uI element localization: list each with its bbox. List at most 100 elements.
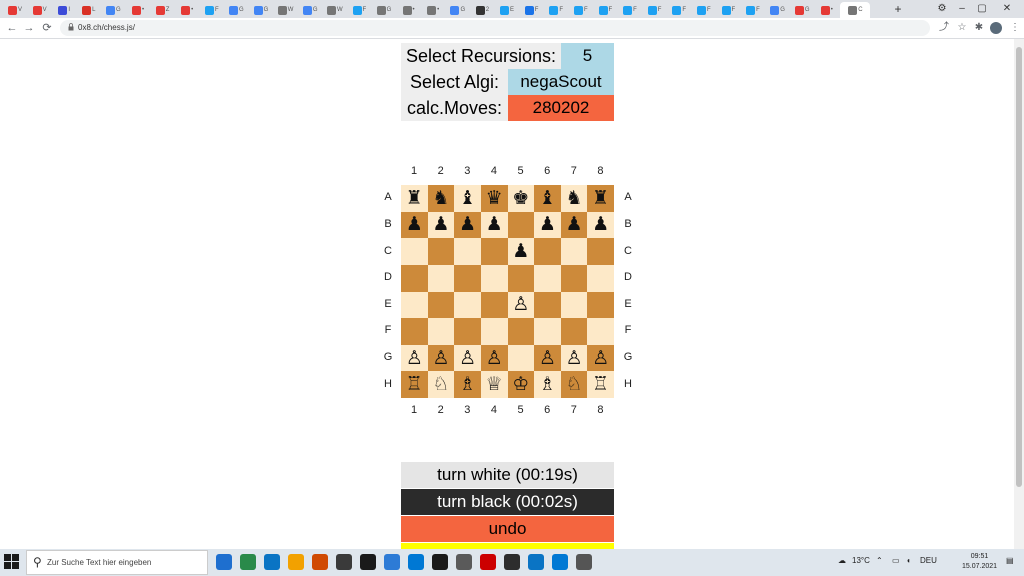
turn-white-button[interactable]: turn white (00:19s): [401, 462, 614, 488]
profile-avatar[interactable]: [990, 22, 1002, 34]
board-square-G4[interactable]: ♙: [480, 344, 508, 372]
board-square-E2[interactable]: [427, 291, 455, 319]
board-square-E6[interactable]: [534, 291, 561, 319]
board-square-H1[interactable]: ♖: [401, 371, 428, 398]
chess-piece-icon[interactable]: ♗: [459, 375, 476, 394]
board-square-G5[interactable]: [507, 344, 535, 372]
board-square-C1[interactable]: [401, 238, 428, 265]
board-square-F4[interactable]: [480, 318, 508, 345]
board-square-A2[interactable]: ♞: [427, 185, 455, 212]
chess-piece-icon[interactable]: ♟: [406, 215, 423, 234]
chess-board[interactable]: ♜ ♞ ♝ ♛ ♚ ♝ ♞ ♜ ♟ ♟ ♟ ♟ ♟ ♟ ♟ ♟ ♙ ♙ ♙ ♙ ♙ ♙ ♙ ♙ ♖ ♘ ♗ ♕ ♔ ♗ ♘ ♖: [401, 185, 614, 398]
board-square-E8[interactable]: [587, 291, 614, 319]
board-square-E7[interactable]: [560, 291, 588, 319]
board-square-G2[interactable]: ♙: [427, 344, 455, 372]
browser-tab[interactable]: W: [324, 2, 346, 18]
browser-tab[interactable]: V: [29, 2, 51, 18]
browser-tab[interactable]: F: [693, 2, 715, 18]
board-square-H7[interactable]: ♘: [560, 371, 588, 398]
algorithm-select[interactable]: negaScout: [508, 69, 614, 95]
chess-piece-icon[interactable]: ♙: [592, 348, 609, 368]
browser-tab[interactable]: V: [4, 2, 26, 18]
board-square-D6[interactable]: [534, 264, 561, 292]
browser-tab[interactable]: F: [570, 2, 592, 18]
board-square-H3[interactable]: ♗: [454, 371, 481, 398]
board-square-E3[interactable]: [454, 291, 481, 319]
board-square-B5[interactable]: [507, 211, 535, 239]
chess-piece-icon[interactable]: ♙: [432, 348, 449, 368]
browser-tab[interactable]: G: [225, 2, 247, 18]
minimize-button[interactable]: –: [955, 2, 969, 16]
browser-tab[interactable]: G: [791, 2, 813, 18]
notifications-icon[interactable]: ▤: [1006, 556, 1014, 565]
maximize-button[interactable]: ▢: [975, 2, 989, 16]
board-square-A6[interactable]: ♝: [534, 185, 561, 212]
browser-tab[interactable]: L: [78, 2, 100, 18]
board-square-D2[interactable]: [427, 264, 455, 292]
taskbar-app-icon[interactable]: [456, 554, 472, 570]
chess-piece-icon[interactable]: ♙: [486, 348, 503, 368]
browser-tab[interactable]: G: [250, 2, 272, 18]
chess-piece-icon[interactable]: ♟: [459, 215, 476, 234]
board-square-A1[interactable]: ♜: [401, 185, 428, 212]
taskbar-app-icon[interactable]: [264, 554, 280, 570]
taskbar-app-icon[interactable]: [216, 554, 232, 570]
taskbar-app-icon[interactable]: [336, 554, 352, 570]
board-square-F6[interactable]: [534, 318, 561, 345]
board-square-B2[interactable]: ♟: [427, 211, 455, 239]
browser-tab[interactable]: •: [816, 2, 838, 18]
taskbar-app-icon[interactable]: [504, 554, 520, 570]
undo-button[interactable]: undo: [401, 516, 614, 542]
weather-icon[interactable]: ☁: [838, 556, 846, 565]
board-square-H5[interactable]: ♔: [507, 371, 535, 398]
browser-tab[interactable]: F: [545, 2, 567, 18]
browser-tab[interactable]: •: [176, 2, 198, 18]
board-square-B6[interactable]: ♟: [534, 211, 561, 239]
browser-tab[interactable]: •: [422, 2, 444, 18]
reload-icon[interactable]: ⟳: [40, 21, 54, 35]
chess-piece-icon[interactable]: ♙: [406, 348, 423, 368]
address-bar[interactable]: 0x8.ch/chess.js/: [60, 20, 930, 36]
browser-tab[interactable]: G: [299, 2, 321, 18]
chess-piece-icon[interactable]: ♖: [406, 375, 423, 394]
board-square-A8[interactable]: ♜: [587, 185, 614, 212]
board-square-G3[interactable]: ♙: [454, 344, 481, 372]
board-square-H6[interactable]: ♗: [534, 371, 561, 398]
browser-tab[interactable]: C: [840, 2, 871, 18]
chess-piece-icon[interactable]: ♘: [566, 375, 583, 394]
chess-piece-icon[interactable]: ♕: [486, 375, 503, 394]
browser-tab[interactable]: F: [521, 2, 543, 18]
language-indicator[interactable]: DEU: [920, 556, 937, 565]
chess-piece-icon[interactable]: ♞: [566, 188, 583, 208]
extensions-icon[interactable]: ✱: [972, 21, 986, 35]
chess-piece-icon[interactable]: ♙: [459, 348, 476, 368]
taskbar-clock[interactable]: 09:51 15.07.2021: [962, 552, 997, 572]
board-square-D8[interactable]: [587, 264, 614, 292]
board-square-A5[interactable]: ♚: [507, 185, 535, 212]
taskbar-app-icon[interactable]: [288, 554, 304, 570]
chess-piece-icon[interactable]: ♚: [512, 188, 529, 208]
board-square-B8[interactable]: ♟: [587, 211, 614, 239]
browser-tab[interactable]: F: [668, 2, 690, 18]
browser-tab[interactable]: F: [619, 2, 641, 18]
taskbar-app-icon[interactable]: [312, 554, 328, 570]
board-square-F5[interactable]: [507, 318, 535, 345]
board-square-C4[interactable]: [480, 238, 508, 265]
board-square-F8[interactable]: [587, 318, 614, 345]
board-square-E1[interactable]: [401, 291, 428, 319]
share-icon[interactable]: ⤴: [937, 21, 951, 35]
board-square-A4[interactable]: ♛: [480, 185, 508, 212]
chess-piece-icon[interactable]: ♟: [539, 215, 556, 234]
close-window-button[interactable]: ✕: [1000, 2, 1014, 16]
board-square-B7[interactable]: ♟: [560, 211, 588, 239]
chess-piece-icon[interactable]: ♟: [432, 215, 449, 234]
browser-tab[interactable]: F: [644, 2, 666, 18]
browser-tab[interactable]: •: [398, 2, 420, 18]
taskbar-app-icon[interactable]: [528, 554, 544, 570]
chess-piece-icon[interactable]: ♙: [512, 295, 529, 314]
windows-start-icon[interactable]: [4, 554, 20, 570]
chess-piece-icon[interactable]: ♘: [432, 375, 449, 394]
browser-tab[interactable]: Z: [152, 2, 174, 18]
weather-temp[interactable]: 13°C: [852, 556, 870, 565]
chess-piece-icon[interactable]: ♜: [406, 188, 423, 208]
